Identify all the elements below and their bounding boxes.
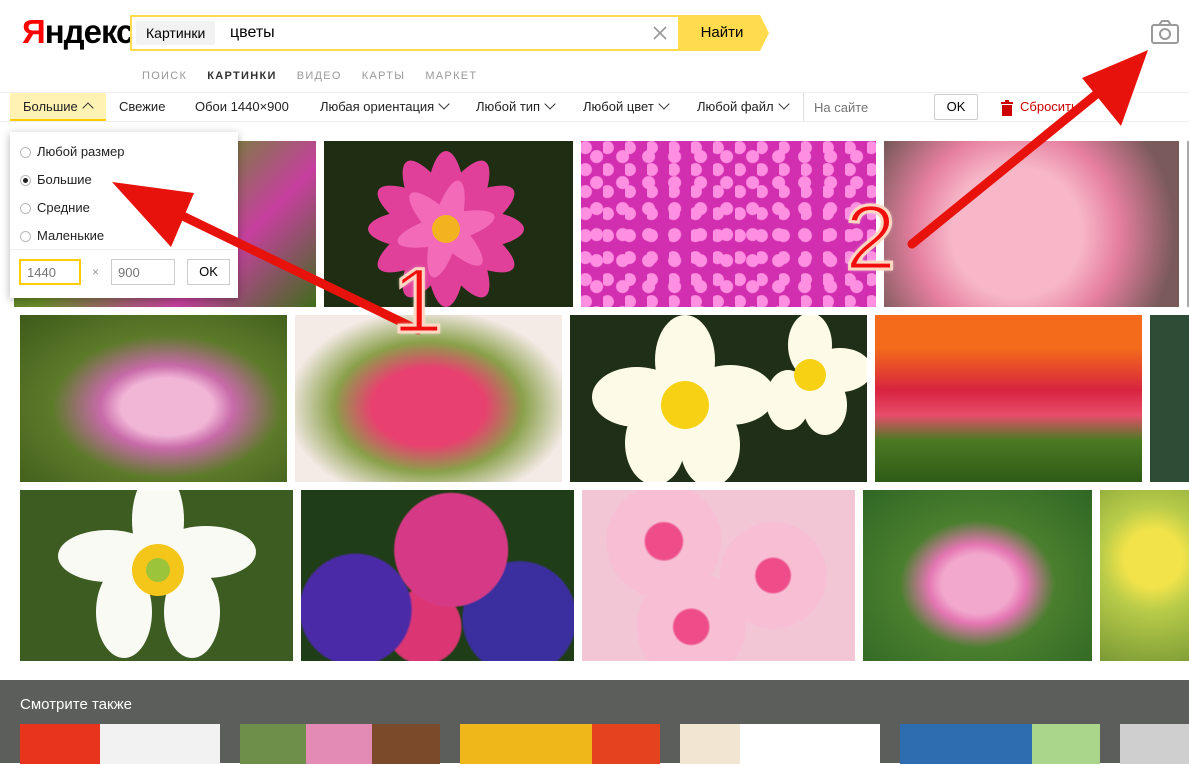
annotation-label-1: 1: [390, 250, 444, 352]
annotation-arrows: [112, 50, 1148, 335]
arrow-2-shaft: [907, 83, 1109, 249]
arrow-2-head: [1082, 50, 1148, 126]
arrow-1-shaft: [155, 200, 423, 335]
annotation-label-2: 2: [843, 187, 897, 289]
arrow-1-head: [112, 182, 194, 247]
